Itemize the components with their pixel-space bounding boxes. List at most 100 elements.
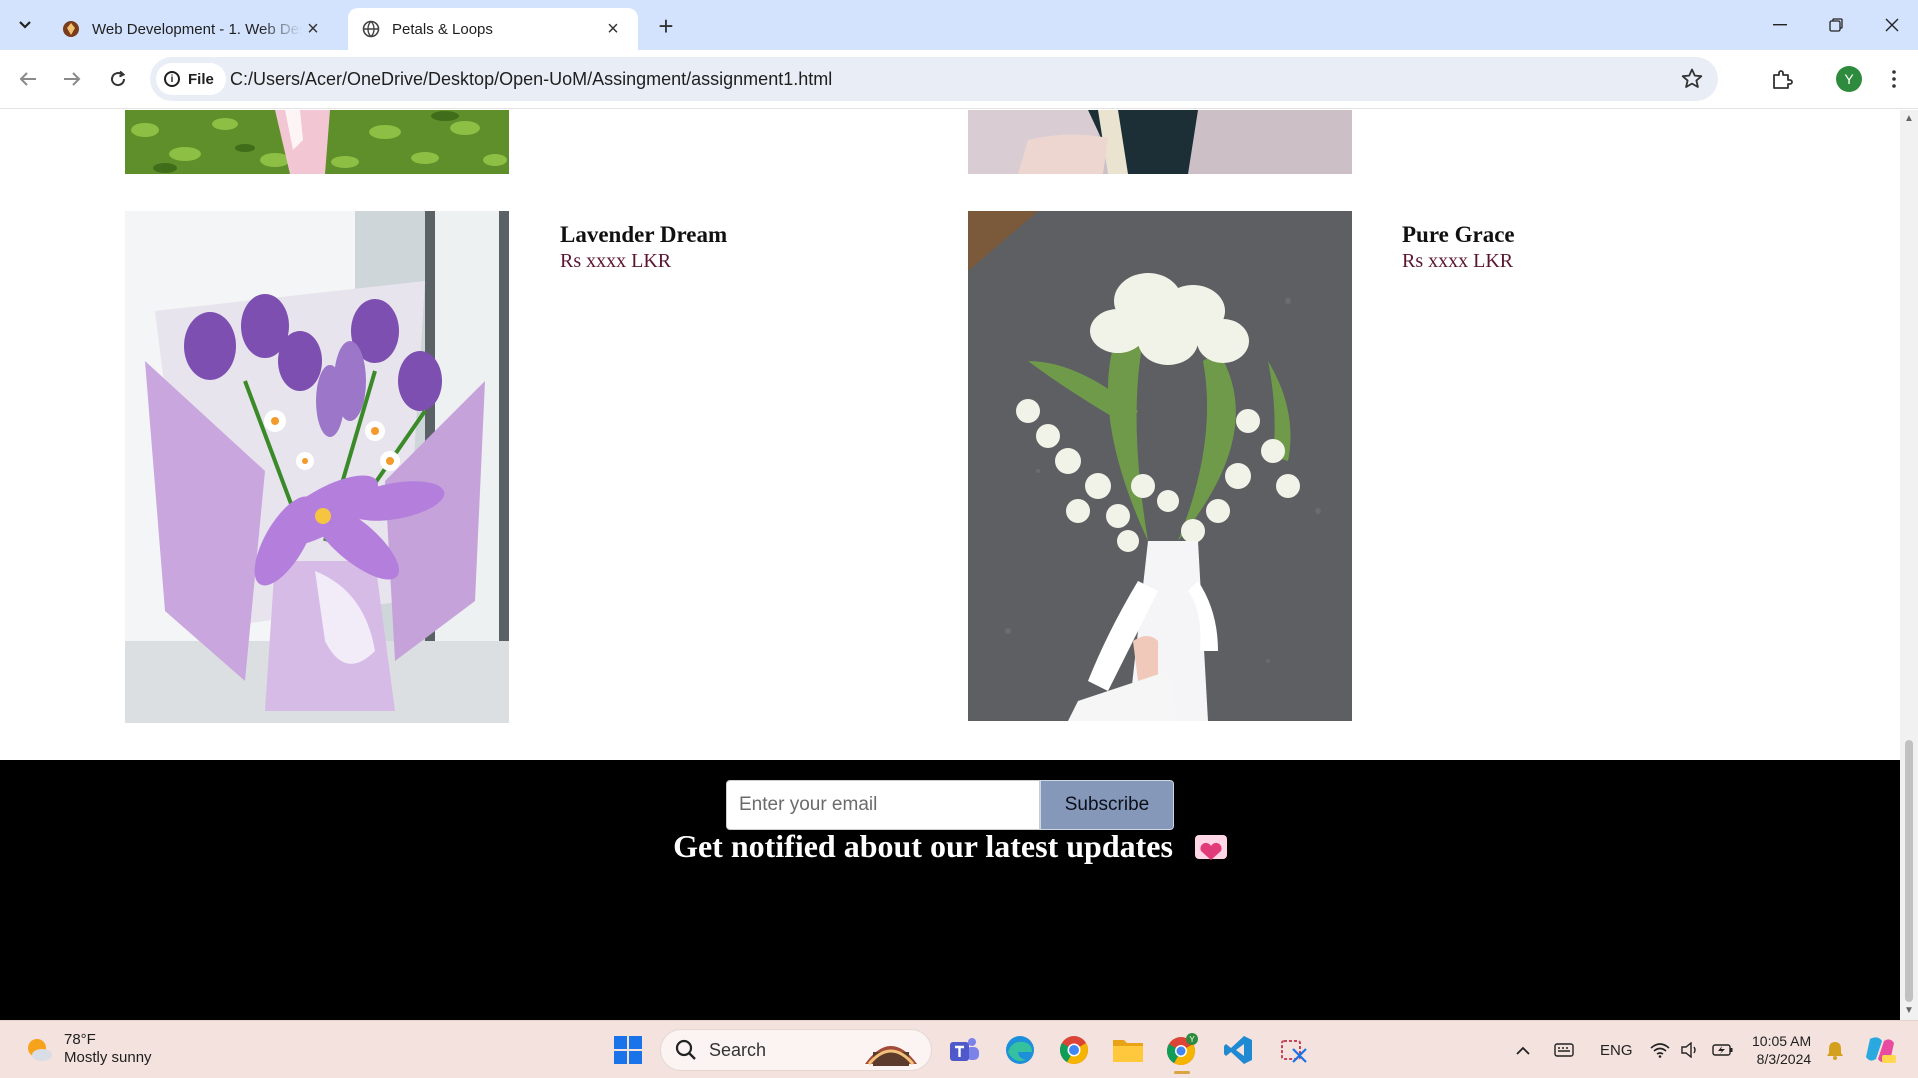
weather-description: Mostly sunny	[64, 1049, 152, 1066]
site-info-chip[interactable]: i File	[156, 63, 226, 95]
edge-app-icon[interactable]	[1002, 1032, 1038, 1068]
site-chip-label: File	[188, 70, 214, 88]
svg-text:Y: Y	[1189, 1035, 1195, 1044]
close-icon	[1885, 18, 1899, 32]
restore-icon	[1829, 18, 1843, 32]
puzzle-icon	[1773, 70, 1793, 89]
newsletter-heading-text: Get notified about our latest updates	[673, 828, 1173, 864]
heart-letter-icon	[1194, 834, 1227, 860]
snipping-tool-icon	[1281, 1040, 1307, 1063]
weather-temperature: 78°F	[64, 1031, 96, 1048]
reload-button[interactable]	[102, 63, 134, 95]
keyboard-icon	[1554, 1043, 1574, 1057]
close-window-button[interactable]	[1864, 0, 1918, 50]
tab-title: Web Development - 1. Web Design	[92, 20, 302, 38]
arrow-left-icon	[19, 72, 36, 86]
url-text[interactable]: C:/Users/Acer/OneDrive/Desktop/Open-UoM/…	[230, 57, 832, 101]
teams-icon	[950, 1038, 979, 1061]
product-image-previous-right	[968, 110, 1352, 174]
input-language[interactable]: ENG	[1600, 1021, 1633, 1078]
restore-button[interactable]	[1808, 0, 1864, 50]
tab-search-button[interactable]	[10, 10, 40, 40]
reload-icon	[111, 70, 126, 87]
more-vertical-icon	[1892, 70, 1896, 88]
newsletter-heading: Get notified about our latest updates	[0, 828, 1900, 865]
profile-avatar[interactable]: Y	[1836, 66, 1862, 92]
back-button[interactable]	[12, 63, 44, 95]
minimize-icon	[1773, 24, 1787, 26]
copilot-icon	[1866, 1037, 1896, 1063]
chrome-icon	[1060, 1036, 1088, 1064]
vscode-app-icon[interactable]	[1220, 1032, 1256, 1068]
start-button[interactable]	[610, 1032, 646, 1068]
forward-button[interactable]	[56, 63, 88, 95]
speaker-icon	[1681, 1042, 1696, 1058]
product-price: Rs xxxx LKR	[1402, 250, 1514, 272]
lavender-bouquet-photo	[125, 211, 509, 723]
battery-charging-icon	[1712, 1044, 1733, 1056]
copilot-button[interactable]	[1864, 1021, 1896, 1078]
snipping-tool-app-icon[interactable]	[1276, 1032, 1312, 1068]
arrow-right-icon	[64, 72, 81, 86]
university-favicon-icon	[63, 21, 79, 37]
tab-title: Petals & Loops	[392, 20, 493, 38]
product-name: Pure Grace	[1402, 222, 1515, 247]
email-field[interactable]	[726, 780, 1040, 830]
battery-button[interactable]	[1712, 1021, 1734, 1078]
chevron-up-icon	[1516, 1046, 1530, 1055]
tab-strip: Web Development - 1. Web Design × Petals…	[0, 0, 1918, 50]
extensions-button[interactable]	[1766, 63, 1798, 95]
vscode-icon	[1224, 1036, 1252, 1064]
tab-petals-loops[interactable]: Petals & Loops ×	[348, 8, 638, 50]
wrapped-bouquet-photo	[968, 110, 1352, 174]
browser-toolbar: i File C:/Users/Acer/OneDrive/Desktop/Op…	[0, 50, 1918, 109]
show-hidden-icons-button[interactable]	[1516, 1021, 1530, 1078]
page-scrollbar[interactable]: ▲ ▼	[1900, 110, 1918, 1020]
globe-icon	[362, 20, 380, 38]
chrome-profile-app-icon[interactable]: Y	[1164, 1032, 1200, 1068]
browser-menu-button[interactable]	[1880, 63, 1908, 95]
clock-time: 10:05 AM	[1752, 1033, 1812, 1049]
info-icon: i	[164, 71, 180, 87]
active-app-indicator	[1174, 1071, 1190, 1074]
partly-sunny-icon	[28, 1039, 52, 1061]
bell-icon	[1827, 1042, 1843, 1060]
weather-widget[interactable]: 78°F Mostly sunny	[24, 1031, 152, 1067]
chevron-down-icon	[19, 21, 31, 29]
chrome-profile-icon: Y	[1167, 1033, 1198, 1065]
bookmark-star-icon[interactable]	[1680, 67, 1704, 91]
subscribe-button[interactable]: Subscribe	[1040, 780, 1174, 830]
edge-icon	[1006, 1036, 1034, 1064]
chrome-app-icon[interactable]	[1056, 1032, 1092, 1068]
white-bell-bouquet-photo	[968, 211, 1352, 721]
scroll-up-arrow-icon[interactable]: ▲	[1904, 114, 1914, 124]
volume-button[interactable]	[1680, 1021, 1700, 1078]
wifi-icon	[1650, 1043, 1670, 1058]
scroll-down-arrow-icon[interactable]: ▼	[1904, 1006, 1914, 1016]
green-leaves-photo	[125, 110, 509, 174]
taskbar-search-label: Search	[709, 1039, 767, 1060]
windows-taskbar: 78°F Mostly sunny Search Y ENG 10:05 AM …	[0, 1020, 1918, 1078]
windows-logo-icon	[614, 1036, 642, 1064]
touch-keyboard-button[interactable]	[1554, 1021, 1574, 1078]
new-tab-button[interactable]: +	[652, 12, 680, 40]
tab-web-development[interactable]: Web Development - 1. Web Design ×	[48, 8, 338, 50]
search-highlight-image-icon	[865, 1046, 917, 1066]
product-price: Rs xxxx LKR	[560, 250, 672, 272]
close-tab-icon[interactable]: ×	[602, 18, 624, 40]
folder-icon	[1113, 1040, 1143, 1062]
file-explorer-app-icon[interactable]	[1110, 1032, 1146, 1068]
address-bar[interactable]: i File C:/Users/Acer/OneDrive/Desktop/Op…	[150, 57, 1718, 101]
product-image-pure-grace	[968, 211, 1352, 721]
teams-app-icon[interactable]	[946, 1032, 982, 1068]
network-button[interactable]	[1650, 1021, 1670, 1078]
search-icon	[675, 1039, 696, 1060]
taskbar-search[interactable]: Search	[660, 1029, 932, 1071]
close-tab-icon[interactable]: ×	[302, 18, 324, 40]
scrollbar-thumb[interactable]	[1905, 740, 1913, 1002]
heart-icon	[1200, 842, 1222, 860]
notifications-button[interactable]	[1826, 1021, 1844, 1078]
product-name: Lavender Dream	[560, 222, 728, 247]
taskbar-clock[interactable]: 10:05 AM 8/3/2024	[1752, 1032, 1811, 1068]
minimize-button[interactable]	[1752, 0, 1808, 50]
